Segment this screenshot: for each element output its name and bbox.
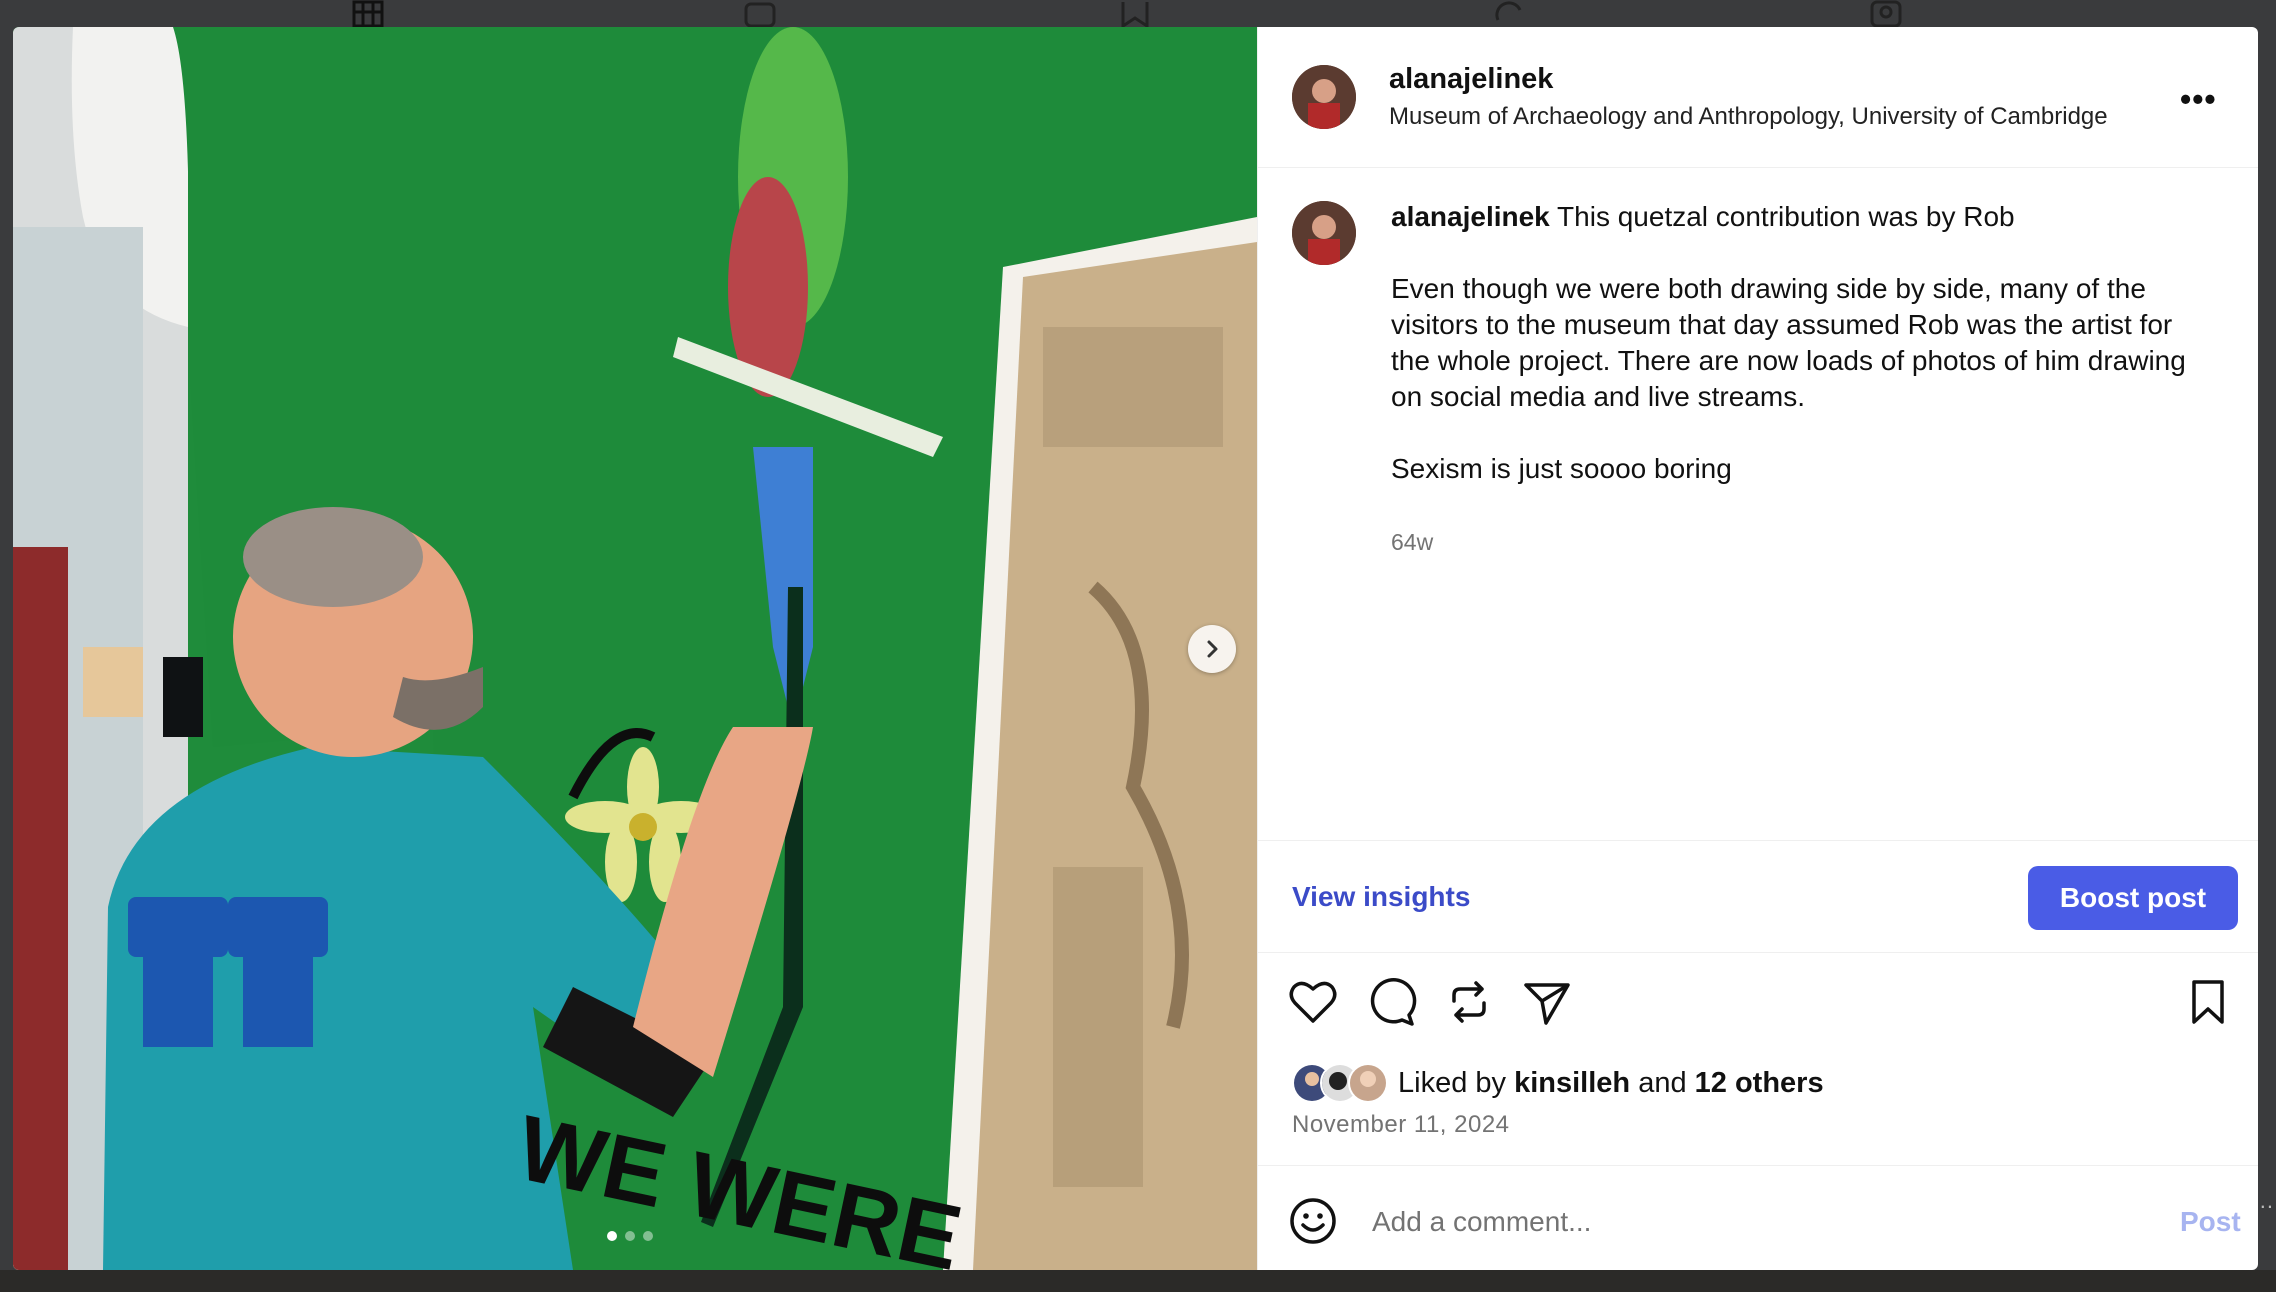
caption-author-avatar[interactable] bbox=[1292, 201, 1356, 265]
carousel-dot bbox=[643, 1231, 653, 1241]
post-location[interactable]: Museum of Archaeology and Anthropology, … bbox=[1389, 103, 2108, 131]
carousel-next-button[interactable] bbox=[1188, 625, 1236, 673]
caption-time-ago[interactable]: 64w bbox=[1391, 529, 1433, 556]
author-username[interactable]: alanajelinek bbox=[1389, 63, 1553, 96]
carousel-indicator bbox=[607, 1231, 653, 1241]
insights-bar: View insights Boost post bbox=[1258, 840, 2258, 953]
view-insights-link[interactable]: View insights bbox=[1292, 881, 1470, 913]
bookmark-icon[interactable] bbox=[2181, 975, 2235, 1029]
caption-section: alanajelinek This quetzal contribution w… bbox=[1258, 167, 2258, 867]
chevron-right-icon bbox=[1207, 640, 1218, 658]
post-details-panel: alanajelinek Museum of Archaeology and A… bbox=[1257, 27, 2258, 1270]
carousel-dot-active bbox=[607, 1231, 617, 1241]
action-bar bbox=[1258, 975, 2258, 1035]
likes-prefix: Liked by bbox=[1398, 1066, 1507, 1099]
likes-summary: Liked by kinsilleh and 12 others bbox=[1292, 1063, 1824, 1103]
emoji-icon[interactable] bbox=[1288, 1196, 1338, 1246]
caption-line1: This quetzal contribution was by Rob bbox=[1557, 201, 2015, 232]
photo-mural-artist: WE WERE bbox=[13, 27, 1257, 1270]
post-modal: WE WERE alanajelinek Museum of Archaeolo… bbox=[13, 27, 2258, 1270]
caption-username[interactable]: alanajelinek bbox=[1391, 201, 1550, 232]
post-comment-button[interactable]: Post bbox=[2180, 1206, 2241, 1238]
boost-post-button[interactable]: Boost post bbox=[2028, 866, 2238, 930]
heart-icon[interactable] bbox=[1286, 975, 1340, 1029]
repost-icon[interactable] bbox=[1442, 975, 1496, 1029]
tagged-icon bbox=[1866, 0, 1906, 28]
liker-avatar bbox=[1348, 1063, 1388, 1103]
reels-icon bbox=[740, 0, 780, 28]
comment-bar: Post bbox=[1258, 1165, 2258, 1270]
backdrop-strip bbox=[0, 1270, 2276, 1292]
liker-username[interactable]: kinsilleh bbox=[1514, 1067, 1630, 1099]
more-horizontal-icon[interactable]: ••• bbox=[2180, 81, 2217, 118]
caption-paragraph-3: Sexism is just soooo boring bbox=[1391, 453, 1732, 484]
backdrop-more-icon: .. bbox=[2259, 1188, 2274, 1213]
comment-icon[interactable] bbox=[1364, 975, 1418, 1029]
post-header: alanajelinek Museum of Archaeology and A… bbox=[1258, 27, 2258, 168]
likes-others-link[interactable]: 12 others bbox=[1695, 1067, 1824, 1099]
comment-input[interactable] bbox=[1370, 1196, 2074, 1248]
caption-paragraph-2: Even though we were both drawing side by… bbox=[1391, 273, 2186, 412]
post-media: WE WERE bbox=[13, 27, 1257, 1270]
grid-icon bbox=[348, 0, 388, 28]
likes-text: Liked by kinsilleh and 12 others bbox=[1398, 1067, 1824, 1100]
caption-text: alanajelinek This quetzal contribution w… bbox=[1391, 199, 2211, 523]
author-avatar[interactable] bbox=[1292, 65, 1356, 129]
share-icon[interactable] bbox=[1520, 975, 1574, 1029]
post-date[interactable]: November 11, 2024 bbox=[1292, 1111, 1510, 1139]
background-tab-icons bbox=[0, 0, 2276, 29]
carousel-dot bbox=[625, 1231, 635, 1241]
repost-tab-icon bbox=[1490, 0, 1530, 28]
likes-joiner: and bbox=[1638, 1066, 1687, 1099]
saved-icon bbox=[1115, 0, 1155, 29]
